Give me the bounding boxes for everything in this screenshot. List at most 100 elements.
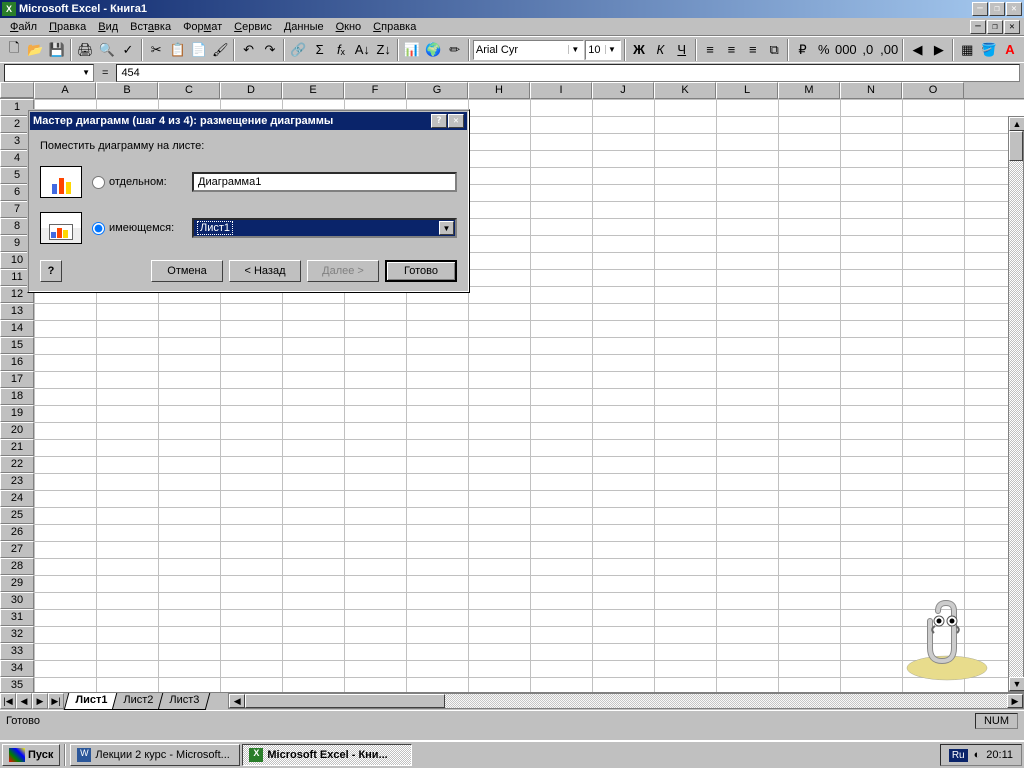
taskbar-item-excel[interactable]: X Microsoft Excel - Кни... [242, 744, 412, 766]
align-right-button[interactable]: ≡ [743, 39, 763, 61]
tray-icon[interactable]: ◐ [974, 749, 981, 761]
menu-tools[interactable]: Сервис [228, 20, 278, 34]
scroll-thumb[interactable] [1009, 131, 1023, 161]
row-header[interactable]: 30 [0, 592, 34, 609]
menu-view[interactable]: Вид [92, 20, 124, 34]
row-header[interactable]: 34 [0, 660, 34, 677]
menu-insert[interactable]: Вставка [124, 20, 177, 34]
column-header[interactable]: B [96, 82, 158, 99]
existing-sheet-combo[interactable]: Лист1 ▼ [192, 218, 457, 238]
menu-help[interactable]: Справка [367, 20, 422, 34]
function-button[interactable]: fₓ [331, 39, 351, 61]
row-header[interactable]: 23 [0, 473, 34, 490]
dialog-help-button[interactable]: ? [431, 114, 447, 128]
row-header[interactable]: 21 [0, 439, 34, 456]
close-button[interactable]: ✕ [1006, 2, 1022, 16]
row-header[interactable]: 14 [0, 320, 34, 337]
separate-name-input[interactable] [192, 172, 457, 192]
row-header[interactable]: 33 [0, 643, 34, 660]
row-header[interactable]: 15 [0, 337, 34, 354]
radio-existing[interactable]: имеющемся: [92, 222, 182, 235]
cut-button[interactable]: ✂ [146, 39, 166, 61]
increase-indent-button[interactable]: ▶ [929, 39, 949, 61]
merge-center-button[interactable]: ⧉ [764, 39, 784, 61]
column-header[interactable]: N [840, 82, 902, 99]
office-assistant-clippy[interactable] [892, 593, 992, 683]
sheet-tab[interactable]: Лист1 [64, 693, 119, 710]
back-button[interactable]: < Назад [229, 260, 301, 282]
sort-asc-button[interactable]: A↓ [352, 39, 372, 61]
row-header[interactable]: 13 [0, 303, 34, 320]
spelling-button[interactable]: ✓ [118, 39, 138, 61]
formula-input[interactable]: 454 [116, 64, 1020, 82]
row-header[interactable]: 25 [0, 507, 34, 524]
row-header[interactable]: 32 [0, 626, 34, 643]
row-header[interactable]: 31 [0, 609, 34, 626]
select-all-corner[interactable] [0, 82, 34, 98]
row-header[interactable]: 22 [0, 456, 34, 473]
column-header[interactable]: F [344, 82, 406, 99]
decrease-indent-button[interactable]: ◀ [907, 39, 927, 61]
menu-edit[interactable]: Правка [43, 20, 92, 34]
finish-button[interactable]: Готово [385, 260, 457, 282]
format-painter-button[interactable]: 🖌 [210, 39, 230, 61]
column-header[interactable]: I [530, 82, 592, 99]
undo-button[interactable]: ↶ [238, 39, 258, 61]
horizontal-scrollbar[interactable]: ◀ ▶ [228, 693, 1024, 709]
row-header[interactable]: 18 [0, 388, 34, 405]
dropdown-icon[interactable]: ▼ [439, 221, 454, 235]
print-button[interactable]: 🖨 [75, 39, 95, 61]
cancel-button[interactable]: Отмена [151, 260, 223, 282]
row-header[interactable]: 17 [0, 371, 34, 388]
scroll-right-button[interactable]: ▶ [1007, 694, 1023, 708]
sheet-tab[interactable]: Лист3 [158, 693, 211, 710]
restore-button[interactable]: ❐ [989, 2, 1005, 16]
row-header[interactable]: 27 [0, 541, 34, 558]
new-button[interactable]: 🗋 [4, 39, 24, 61]
row-header[interactable]: 35 [0, 677, 34, 692]
sheet-tab[interactable]: Лист2 [112, 693, 165, 710]
radio-separate-input[interactable] [92, 176, 105, 189]
taskbar-item-word[interactable]: W Лекции 2 курс - Microsoft... [70, 744, 240, 766]
doc-minimize-button[interactable]: ─ [970, 20, 986, 34]
column-header[interactable]: C [158, 82, 220, 99]
decrease-decimal-button[interactable]: ,00 [879, 39, 899, 61]
scroll-left-button[interactable]: ◀ [229, 694, 245, 708]
drawing-button[interactable]: ✏ [445, 39, 465, 61]
increase-decimal-button[interactable]: ,0 [858, 39, 878, 61]
column-header[interactable]: O [902, 82, 964, 99]
tab-first-button[interactable]: |◀ [0, 693, 16, 709]
percent-button[interactable]: % [814, 39, 834, 61]
sort-desc-button[interactable]: Z↓ [374, 39, 394, 61]
menu-window[interactable]: Окно [330, 20, 368, 34]
save-button[interactable]: 💾 [47, 39, 67, 61]
scroll-down-button[interactable]: ▼ [1009, 677, 1024, 691]
doc-restore-button[interactable]: ❐ [987, 20, 1003, 34]
column-header[interactable]: L [716, 82, 778, 99]
column-header[interactable]: K [654, 82, 716, 99]
underline-button[interactable]: Ч [672, 39, 692, 61]
row-header[interactable]: 16 [0, 354, 34, 371]
borders-button[interactable]: ▦ [957, 39, 977, 61]
currency-button[interactable]: ₽ [792, 39, 812, 61]
radio-separate[interactable]: отдельном: [92, 176, 182, 189]
column-header[interactable]: H [468, 82, 530, 99]
open-button[interactable]: 📂 [25, 39, 45, 61]
minimize-button[interactable]: ─ [972, 2, 988, 16]
column-header[interactable]: M [778, 82, 840, 99]
tab-next-button[interactable]: ▶ [32, 693, 48, 709]
copy-button[interactable]: 📋 [167, 39, 187, 61]
redo-button[interactable]: ↷ [260, 39, 280, 61]
map-button[interactable]: 🌍 [423, 39, 443, 61]
row-header[interactable]: 26 [0, 524, 34, 541]
column-header[interactable]: D [220, 82, 282, 99]
dialog-help-icon[interactable]: ? [40, 260, 62, 282]
comma-button[interactable]: 000 [835, 39, 857, 61]
hyperlink-button[interactable]: 🔗 [288, 39, 308, 61]
tab-last-button[interactable]: ▶| [48, 693, 64, 709]
row-header[interactable]: 29 [0, 575, 34, 592]
radio-existing-input[interactable] [92, 222, 105, 235]
align-center-button[interactable]: ≡ [721, 39, 741, 61]
dialog-close-button[interactable]: ✕ [448, 114, 464, 128]
font-color-button[interactable]: A [1000, 39, 1020, 61]
